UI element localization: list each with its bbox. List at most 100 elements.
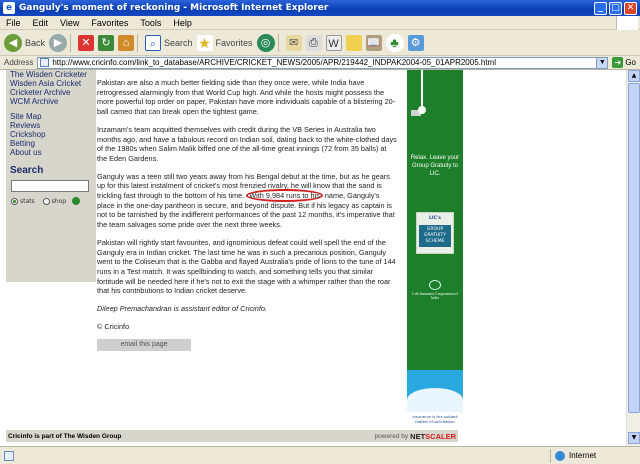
scroll-down-icon[interactable]: ▼ xyxy=(628,432,640,444)
address-dropdown-button[interactable]: ▼ xyxy=(596,56,609,69)
site-search-input[interactable] xyxy=(11,180,89,192)
star-icon: ★ xyxy=(196,34,213,51)
nav-link[interactable]: WCM Archive xyxy=(10,97,92,106)
home-button[interactable]: ⌂ xyxy=(118,34,135,51)
menu-help[interactable]: Help xyxy=(173,18,192,28)
golf-ball-icon xyxy=(418,106,426,114)
nav-link[interactable]: Wisden Asia Cricket xyxy=(10,79,92,88)
nav-link[interactable]: Cricketer Archive xyxy=(10,88,92,97)
close-button[interactable]: ✕ xyxy=(624,1,637,15)
page-done-icon xyxy=(4,450,14,461)
address-bar: Address http://www.cricinfo.com/link_to_… xyxy=(0,56,640,70)
media-icon: ◎ xyxy=(256,33,275,52)
messenger-button[interactable]: ♣ xyxy=(385,33,404,52)
mail-icon: ✉ xyxy=(285,34,302,51)
lic-logo-icon xyxy=(429,280,441,290)
left-navigation: The Wisden Cricketer Wisden Asia Cricket… xyxy=(6,70,96,282)
stop-button[interactable]: ✕ xyxy=(78,34,95,51)
nav-link[interactable]: Crickshop xyxy=(10,130,92,139)
go-arrow-icon: ➜ xyxy=(612,57,624,68)
discuss-button[interactable] xyxy=(345,34,362,51)
menu-file[interactable]: File xyxy=(6,18,21,28)
ad-badge-top: LIC's xyxy=(429,216,441,221)
globe-icon xyxy=(555,450,565,461)
network-icon: ⚙ xyxy=(407,34,424,51)
folder-icon xyxy=(345,34,362,51)
page-footer: Cricinfo is part of The Wisden Group pow… xyxy=(6,430,458,442)
page-icon xyxy=(40,58,50,67)
favorites-button[interactable]: ★ Favorites xyxy=(196,34,253,51)
windows-logo-icon xyxy=(616,16,638,30)
ad-headline: Relax. Leave your Group Gratuity to LIC. xyxy=(410,155,460,177)
extra-button[interactable]: ⚙ xyxy=(407,34,424,51)
golf-pole xyxy=(421,70,423,110)
toolbar-separator xyxy=(70,33,72,52)
research-button[interactable]: 📖 xyxy=(365,34,382,51)
edit-icon: W xyxy=(325,34,342,51)
nav-link[interactable]: The Wisden Cricketer xyxy=(10,70,92,79)
menu-view[interactable]: View xyxy=(60,18,79,28)
search-go-icon[interactable] xyxy=(72,197,81,205)
ad-badge-title: GROUP GRATUITY SCHEME xyxy=(419,225,451,247)
menu-edit[interactable]: Edit xyxy=(33,18,49,28)
title-bar: e Ganguly's moment of reckoning - Micros… xyxy=(0,0,640,16)
refresh-button[interactable]: ↻ xyxy=(98,34,115,51)
ad-badge: LIC's GROUP GRATUITY SCHEME xyxy=(416,212,454,254)
toolbar-separator xyxy=(137,33,139,52)
ie-icon: e xyxy=(3,2,15,14)
netscaler-logo: NETSCALER xyxy=(410,432,456,441)
powered-by-label: powered by xyxy=(374,432,409,440)
footer-powered: powered by NETSCALER xyxy=(375,432,458,441)
mail-button[interactable]: ✉ xyxy=(285,34,302,51)
magnifier-icon: ⌕ xyxy=(145,34,162,51)
messenger-icon: ♣ xyxy=(385,33,404,52)
address-input[interactable]: http://www.cricinfo.com/link_to_database… xyxy=(37,56,598,69)
scroll-thumb[interactable] xyxy=(628,83,640,413)
search-button[interactable]: ⌕ Search xyxy=(145,34,193,51)
nav-link[interactable]: Betting xyxy=(10,139,92,148)
radio-stats[interactable] xyxy=(11,197,18,205)
maximize-button[interactable]: □ xyxy=(609,1,622,15)
toolbar: ◀ Back ▶ ✕ ↻ ⌂ ⌕ Search ★ Favorites ◎ ✉ … xyxy=(0,30,640,56)
article-byline: Dileep Premachandran is assistant editor… xyxy=(97,304,267,314)
forward-button[interactable]: ▶ xyxy=(49,33,68,52)
page-viewport: The Wisden Cricketer Wisden Asia Cricket… xyxy=(0,70,626,446)
nav-link[interactable]: About us xyxy=(10,148,92,157)
research-icon: 📖 xyxy=(365,34,382,51)
back-arrow-icon: ◀ xyxy=(4,33,22,52)
ad-tagline: Insurance is the subject matter of solic… xyxy=(407,412,463,426)
radio-shop[interactable] xyxy=(42,197,50,205)
scroll-up-icon[interactable]: ▲ xyxy=(628,70,640,82)
media-button[interactable]: ◎ xyxy=(256,33,275,52)
address-label: Address xyxy=(4,58,34,67)
status-bar: Internet xyxy=(0,446,640,464)
home-icon: ⌂ xyxy=(118,34,135,51)
article-paragraph: Ganguly was a teen still two years away … xyxy=(97,172,397,230)
vertical-scrollbar[interactable]: ▲ ▼ xyxy=(626,70,640,446)
article-copyright: © Cricinfo xyxy=(97,321,130,331)
menu-favorites[interactable]: Favorites xyxy=(91,18,128,28)
address-url: http://www.cricinfo.com/link_to_database… xyxy=(52,58,496,67)
back-button[interactable]: ◀ Back xyxy=(4,33,45,52)
article-body: Pakistan are also a much better fielding… xyxy=(97,78,397,352)
email-page-button[interactable]: email this page xyxy=(97,339,191,352)
toolbar-separator xyxy=(277,33,279,52)
security-zone: Internet xyxy=(550,448,640,463)
net-text: NET xyxy=(410,431,426,441)
search-scope: stats shop xyxy=(11,197,96,205)
minimize-button[interactable]: _ xyxy=(594,1,607,15)
menu-bar: File Edit View Favorites Tools Help xyxy=(0,16,640,30)
article-paragraph: Inzamam's team acquitted themselves with… xyxy=(97,124,397,163)
menu-tools[interactable]: Tools xyxy=(140,18,161,28)
nav-link[interactable]: Reviews xyxy=(10,121,92,130)
lic-advertisement[interactable]: Relax. Leave your Group Gratuity to LIC.… xyxy=(407,70,463,426)
zone-label: Internet xyxy=(569,451,597,460)
radio-shop-label: shop xyxy=(51,197,67,205)
print-button[interactable]: ⎙ xyxy=(305,34,322,51)
print-icon: ⎙ xyxy=(305,34,322,51)
go-label: Go xyxy=(625,58,636,67)
nav-link[interactable]: Site Map xyxy=(10,112,92,121)
radio-stats-label: stats xyxy=(20,197,35,205)
edit-button[interactable]: W xyxy=(325,34,342,51)
go-button[interactable]: ➜ Go xyxy=(612,57,636,68)
